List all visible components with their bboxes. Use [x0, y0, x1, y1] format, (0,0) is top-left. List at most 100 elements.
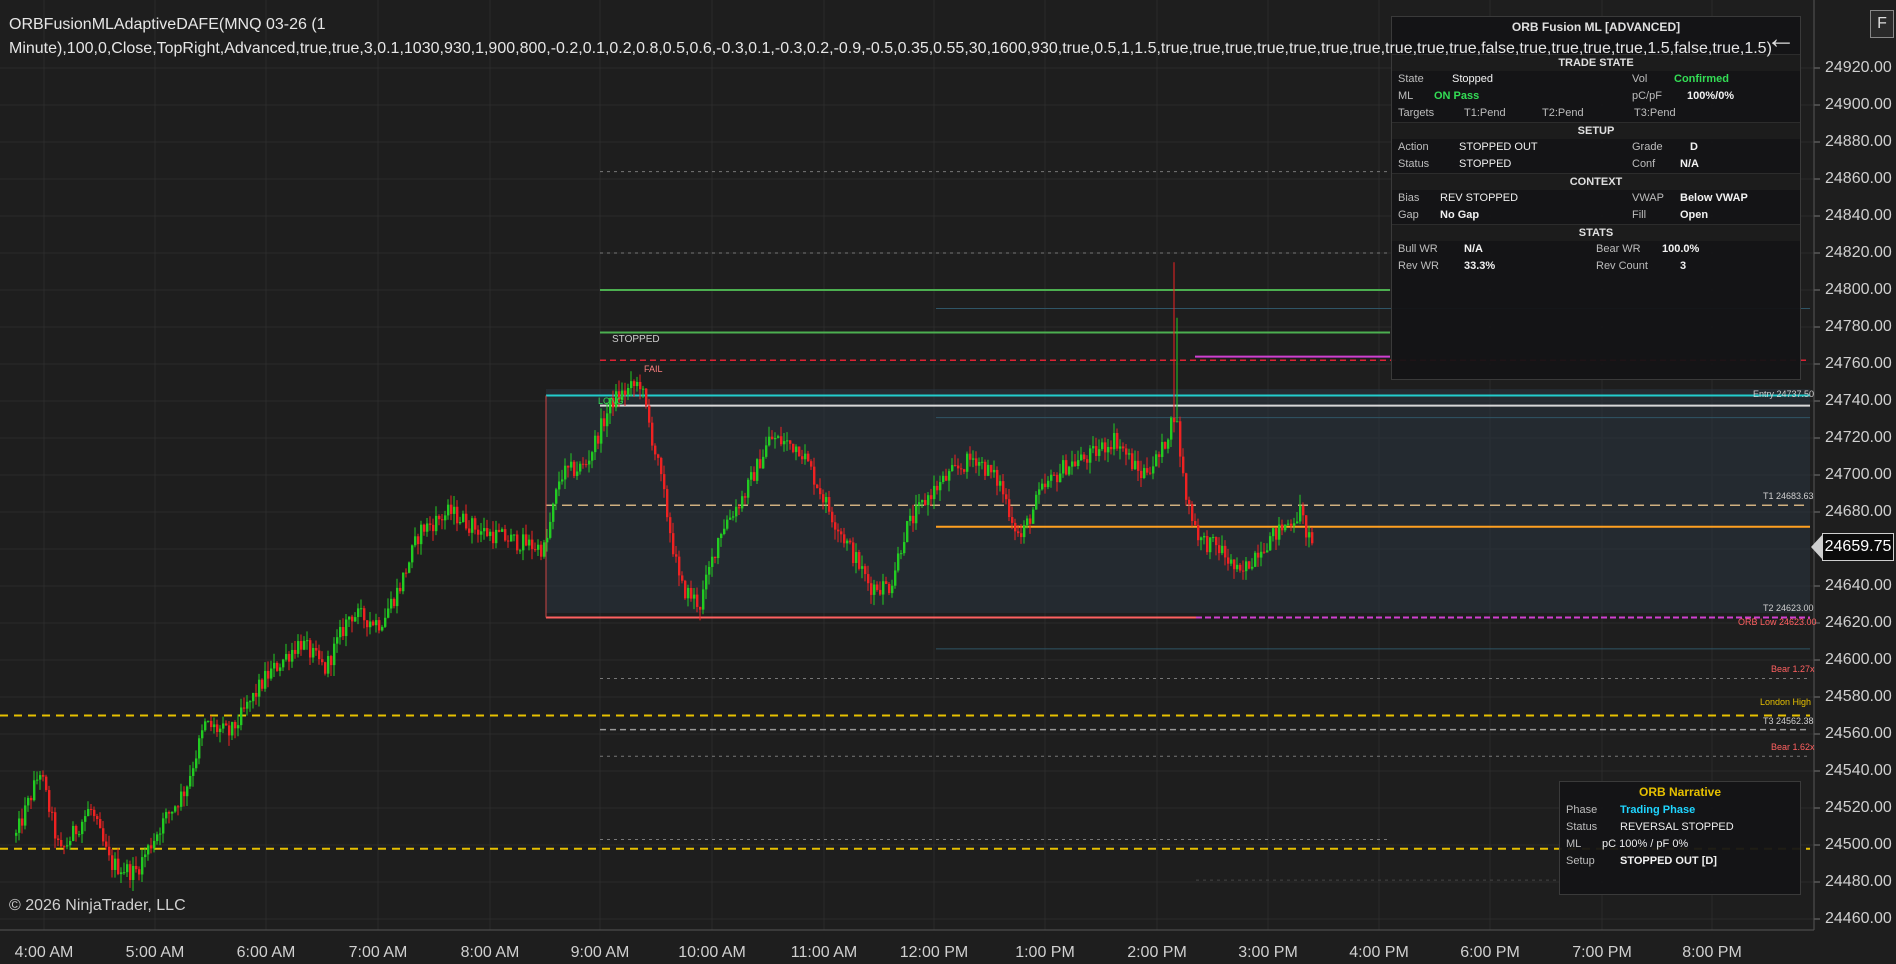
candle-down [714, 556, 717, 559]
candle-down [810, 461, 813, 467]
vwap-value: Below VWAP [1680, 192, 1748, 204]
candle-down [654, 445, 657, 455]
narrative-setup-value: STOPPED OUT [D] [1620, 855, 1717, 867]
candle-up [480, 531, 483, 535]
candle-up [186, 786, 189, 797]
candle-down [624, 390, 627, 396]
candle-down [51, 811, 54, 813]
candle-down [216, 724, 219, 733]
candle-up [27, 797, 30, 806]
candle-down [21, 818, 24, 826]
candle-up [1272, 528, 1275, 537]
corner-button[interactable]: F [1870, 10, 1894, 38]
pcpf-value: 100%/0% [1687, 90, 1735, 102]
narrative-ml-value: pC 100% / pF 0% [1602, 838, 1689, 850]
candle-up [1170, 417, 1173, 440]
candle-up [285, 653, 288, 660]
candle-down [1008, 499, 1011, 518]
candle-down [738, 506, 741, 509]
candle-up [1038, 489, 1041, 495]
candle-up [630, 381, 633, 389]
candle-down [960, 468, 963, 470]
candle-up [123, 872, 126, 874]
candle-down [1194, 521, 1197, 525]
revcount-label: Rev Count [1596, 260, 1648, 272]
candle-up [1167, 439, 1170, 449]
candle-up [918, 502, 921, 506]
state-value: Stopped [1452, 73, 1493, 85]
candle-down [63, 846, 66, 848]
candle-down [990, 464, 993, 473]
candle-down [75, 825, 78, 835]
time-tick: 4:00 PM [1349, 944, 1409, 961]
price-tick: 24500.00 [1825, 836, 1892, 853]
candle-down [666, 489, 669, 518]
candle-down [318, 650, 321, 660]
candle-down [1233, 559, 1236, 570]
candle-up [1278, 524, 1281, 540]
candle-up [978, 461, 981, 466]
candle-down [852, 542, 855, 564]
candle-up [1236, 564, 1239, 570]
candle-down [1191, 503, 1194, 522]
candle-down [744, 496, 747, 498]
candle-up [1134, 460, 1137, 470]
candle-down [1227, 557, 1230, 564]
time-tick: 2:00 PM [1127, 944, 1187, 961]
candle-up [249, 701, 252, 703]
candle-up [1293, 523, 1296, 526]
candle-down [438, 515, 441, 520]
candle-up [951, 465, 954, 472]
candle-down [492, 531, 495, 544]
time-tick: 6:00 AM [236, 944, 296, 961]
revwr-value: 33.3% [1464, 260, 1496, 272]
candle-down [300, 641, 303, 650]
candle-down [255, 692, 258, 697]
candle-down [417, 536, 420, 545]
candle-up [783, 441, 786, 445]
candle-down [135, 865, 138, 870]
candle-down [597, 435, 600, 444]
candle-up [1071, 461, 1074, 467]
candle-down [582, 463, 585, 465]
candle-down [864, 566, 867, 575]
candle-up [462, 513, 465, 523]
candle-down [1263, 551, 1266, 553]
indicator-line-1: ORBFusionMLAdaptiveDAFE(MNQ 03-26 (1 [9, 16, 326, 33]
candle-down [450, 504, 453, 514]
candle-up [1089, 448, 1092, 463]
fill-value: Open [1680, 209, 1709, 221]
candle-up [1212, 537, 1215, 539]
price-tick: 24540.00 [1825, 762, 1892, 779]
narrative-setup-label: Setup [1566, 855, 1595, 867]
candle-up [873, 584, 876, 595]
candle-up [69, 841, 72, 846]
candle-up [1128, 453, 1131, 455]
candle-down [675, 554, 678, 557]
copyright-text: © 2026 NinjaTrader, LLC [9, 897, 186, 914]
candle-down [924, 500, 927, 506]
candle-up [519, 550, 522, 552]
candle-up [204, 721, 207, 731]
price-tick: 24620.00 [1825, 614, 1892, 631]
candle-down [681, 575, 684, 581]
gap-label: Gap [1398, 209, 1419, 221]
candle-up [1047, 480, 1050, 488]
candle-down [321, 659, 324, 663]
candle-up [81, 821, 84, 835]
candle-down [1137, 460, 1140, 471]
candle-down [57, 838, 60, 841]
price-tick: 24680.00 [1825, 503, 1892, 520]
candle-up [1107, 446, 1110, 453]
candle-up [414, 536, 417, 546]
candle-up [1035, 494, 1038, 510]
price-tick: 24820.00 [1825, 244, 1892, 261]
candle-down [525, 534, 528, 546]
candle-up [762, 456, 765, 469]
candle-down [699, 606, 702, 610]
bullwr-label: Bull WR [1398, 243, 1438, 255]
phase-label: Phase [1566, 804, 1598, 816]
arrow-left-icon[interactable]: ← [1766, 22, 1796, 56]
candle-down [60, 840, 63, 847]
price-tick: 24640.00 [1825, 577, 1892, 594]
